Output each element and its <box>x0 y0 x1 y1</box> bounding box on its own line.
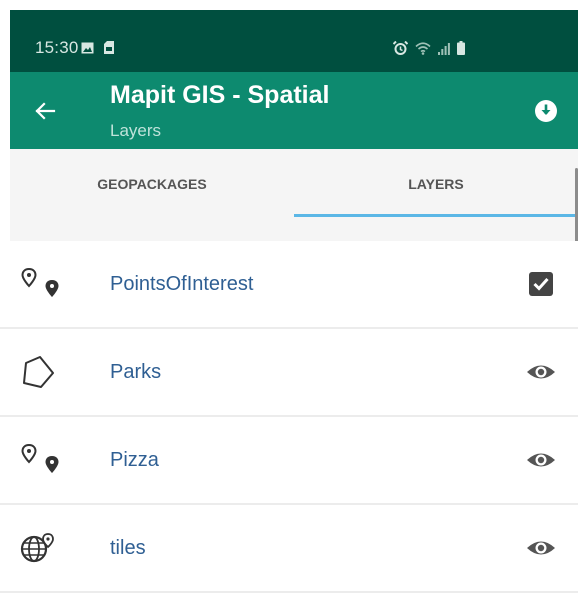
tab-layers[interactable]: LAYERS <box>294 149 578 219</box>
tab-bar: GEOPACKAGES LAYERS <box>10 149 578 241</box>
download-button[interactable] <box>531 96 561 126</box>
alarm-icon <box>392 40 409 60</box>
wifi-icon <box>415 42 431 60</box>
layer-row-parks[interactable]: Parks <box>0 329 578 417</box>
eye-icon <box>527 365 555 379</box>
map-pins-icon <box>18 443 66 477</box>
map-pins-icon <box>18 267 66 301</box>
battery-icon <box>457 41 465 60</box>
sim-card-icon <box>104 41 114 59</box>
layer-row-tiles[interactable]: tiles <box>0 505 578 593</box>
visibility-toggle[interactable] <box>524 356 558 388</box>
layer-name: PointsOfInterest <box>110 273 254 295</box>
layer-name: tiles <box>110 537 146 559</box>
tab-geopackages[interactable]: GEOPACKAGES <box>10 149 294 219</box>
tab-selected-indicator <box>294 214 578 217</box>
arrow-back-icon <box>35 102 56 120</box>
back-button[interactable] <box>30 96 60 126</box>
layer-checkbox[interactable] <box>524 268 558 300</box>
image-icon <box>81 41 94 59</box>
layer-name: Parks <box>110 361 162 383</box>
signal-icon <box>438 42 450 60</box>
app-subtitle: Layers <box>110 121 162 140</box>
checkbox-checked-icon <box>529 272 553 296</box>
layer-row-pizza[interactable]: Pizza <box>0 417 578 505</box>
layer-list: PointsOfInterest Parks Pizza tiles <box>0 241 578 593</box>
layer-row-points-of-interest[interactable]: PointsOfInterest <box>0 241 578 329</box>
status-bar: 15:30 <box>10 10 578 72</box>
app-title: Mapit GIS - Spatial <box>110 81 330 109</box>
visibility-toggle[interactable] <box>524 444 558 476</box>
app-bar: Mapit GIS - Spatial Layers <box>10 72 578 149</box>
globe-pin-icon <box>18 531 66 565</box>
eye-icon <box>527 541 555 555</box>
eye-icon <box>527 453 555 467</box>
layer-name: Pizza <box>110 449 159 471</box>
visibility-toggle[interactable] <box>524 532 558 564</box>
download-icon <box>535 100 557 122</box>
polygon-icon <box>18 355 66 389</box>
status-time: 15:30 <box>35 38 79 57</box>
